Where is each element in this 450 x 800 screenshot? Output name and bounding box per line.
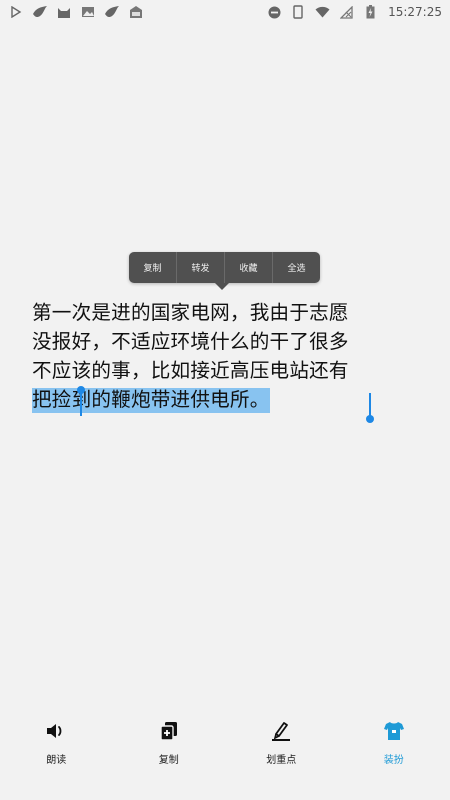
dress-up-button[interactable]: 装扮 — [354, 712, 434, 772]
status-bar-right: 15:27:25 — [266, 4, 442, 20]
selected-text: 把捡到的鞭炮带进供电所。 — [32, 388, 270, 413]
status-time: 15:27:25 — [388, 5, 442, 19]
text-line-1: 第一次是进的国家电网，我由于志愿 — [32, 301, 349, 324]
store-icon — [128, 4, 144, 20]
dress-up-label: 装扮 — [383, 755, 404, 766]
speaker-icon — [45, 720, 67, 742]
cat-icon — [56, 4, 72, 20]
dnd-icon — [266, 4, 282, 20]
read-aloud-button[interactable]: 朗读 — [16, 712, 96, 772]
highlight-label: 划重点 — [266, 755, 297, 766]
image-icon — [80, 4, 96, 20]
read-aloud-label: 朗读 — [46, 755, 67, 766]
shirt-icon — [383, 720, 405, 742]
bird-icon — [104, 4, 120, 20]
phone-icon — [290, 4, 306, 20]
menu-forward[interactable]: 转发 — [177, 252, 224, 283]
bottom-toolbar: 朗读 复制 划重点 装扮 — [0, 712, 450, 772]
text-line-3: 不应该的事，比如接近高压电站还有 — [32, 359, 349, 382]
bird-icon — [32, 4, 48, 20]
play-store-icon — [8, 4, 24, 20]
text-selection-menu: 复制 转发 收藏 全选 — [129, 252, 320, 290]
highlight-pen-icon — [270, 720, 292, 742]
text-line-2: 没报好，不适应环境什么的干了很多 — [32, 330, 349, 353]
status-bar: 15:27:25 — [0, 0, 450, 24]
copy-button[interactable]: 复制 — [129, 712, 209, 772]
menu-favorite[interactable]: 收藏 — [225, 252, 272, 283]
menu-select-all[interactable]: 全选 — [273, 252, 320, 283]
copy-icon — [159, 720, 179, 742]
status-bar-left — [8, 4, 144, 20]
wifi-icon — [314, 4, 330, 20]
menu-copy[interactable]: 复制 — [129, 252, 176, 283]
highlight-button[interactable]: 划重点 — [241, 712, 321, 772]
text-line-4: 把捡到的鞭炮带进供电所。 — [32, 385, 422, 414]
no-signal-icon — [338, 4, 354, 20]
article-text[interactable]: 第一次是进的国家电网，我由于志愿 没报好，不适应环境什么的干了很多 不应该的事，… — [32, 298, 422, 414]
battery-charging-icon — [362, 4, 378, 20]
copy-label: 复制 — [158, 755, 179, 766]
